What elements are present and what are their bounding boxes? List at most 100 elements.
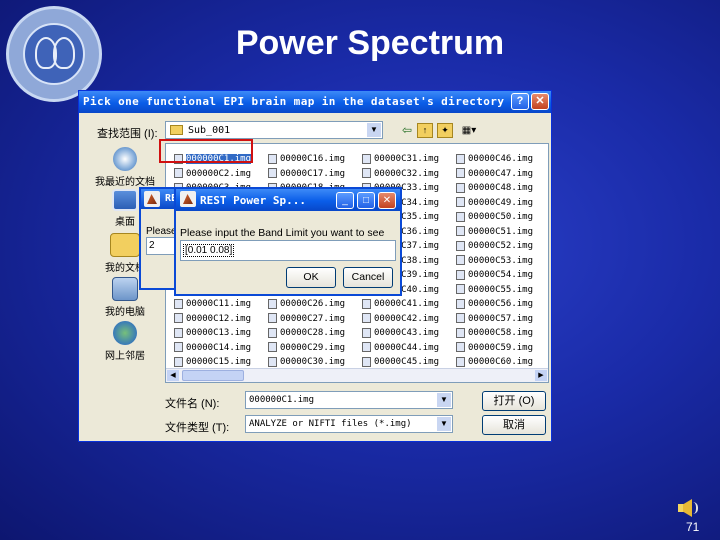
file-item[interactable]: 00000C29.img	[268, 339, 360, 353]
chevron-down-icon[interactable]: ▼	[437, 393, 451, 407]
file-item[interactable]: 00000C58.img	[456, 324, 548, 338]
filetype-select[interactable]: ANALYZE or NIFTI files (*.img) ▼	[245, 415, 453, 433]
file-name: 00000C28.img	[280, 327, 346, 338]
image-file-icon	[456, 313, 465, 324]
filetype-label: 文件类型 (T):	[165, 422, 230, 434]
slide-title: Power Spectrum	[235, 24, 505, 62]
file-item[interactable]: 00000C46.img	[456, 150, 548, 164]
file-item[interactable]: 000000C2.img	[174, 165, 266, 179]
file-name: 00000C29.img	[280, 342, 346, 353]
scrollbar-thumb[interactable]	[182, 370, 244, 381]
file-item[interactable]: 00000C53.img	[456, 252, 548, 266]
image-file-icon	[362, 313, 371, 324]
image-file-icon	[362, 153, 371, 164]
image-file-icon	[174, 356, 183, 367]
help-button[interactable]: ?	[511, 93, 529, 110]
file-item[interactable]: 00000C11.img	[174, 295, 266, 309]
file-name: 00000C11.img	[186, 298, 252, 309]
file-name: 00000C57.img	[468, 313, 534, 324]
file-item[interactable]: 00000C13.img	[174, 324, 266, 338]
file-item[interactable]: 00000C42.img	[362, 310, 454, 324]
file-item[interactable]: 00000C47.img	[456, 165, 548, 179]
look-in-label: 查找范围 (I):	[97, 128, 158, 140]
file-item[interactable]: 00000C50.img	[456, 208, 548, 222]
file-item[interactable]: 00000C48.img	[456, 179, 548, 193]
minimize-button[interactable]: _	[336, 192, 354, 209]
place-network[interactable]: 网上邻居	[85, 321, 165, 362]
image-file-icon	[268, 356, 277, 367]
file-item[interactable]: 00000C54.img	[456, 266, 548, 280]
file-item[interactable]: 00000C51.img	[456, 223, 548, 237]
file-item[interactable]: 00000C31.img	[362, 150, 454, 164]
look-in-dropdown[interactable]: Sub_001 ▼	[165, 121, 383, 139]
desktop-icon	[112, 189, 138, 211]
image-file-icon	[456, 356, 465, 367]
close-button[interactable]: ✕	[378, 192, 396, 209]
file-item[interactable]: 00000C14.img	[174, 339, 266, 353]
file-item[interactable]: 00000C16.img	[268, 150, 360, 164]
image-file-icon	[456, 298, 465, 309]
file-item[interactable]: 00000C12.img	[174, 310, 266, 324]
up-folder-icon[interactable]: ↑	[417, 123, 433, 138]
file-item[interactable]: 00000C43.img	[362, 324, 454, 338]
speaker-cone	[683, 499, 692, 517]
chevron-down-icon[interactable]: ▼	[367, 123, 381, 137]
file-item[interactable]: 00000C55.img	[456, 281, 548, 295]
file-item[interactable]: 00000C52.img	[456, 237, 548, 251]
file-item[interactable]: 00000C49.img	[456, 194, 548, 208]
file-item[interactable]: 00000C15.img	[174, 353, 266, 367]
horizontal-scrollbar[interactable]: ◀ ▶	[166, 368, 548, 382]
file-item[interactable]: 00000C57.img	[456, 310, 548, 324]
open-button[interactable]: 打开 (O)	[482, 391, 546, 411]
rest-dialog-titlebar[interactable]: REST Power Sp... _ □ ✕	[176, 189, 400, 211]
file-item[interactable]: 00000C41.img	[362, 295, 454, 309]
back-arrow-icon[interactable]: ⇦	[399, 123, 415, 138]
file-item[interactable]: 00000C45.img	[362, 353, 454, 367]
folder-icon	[170, 125, 183, 135]
cancel-button[interactable]: Cancel	[343, 267, 393, 288]
image-file-icon	[362, 298, 371, 309]
file-name: 00000C26.img	[280, 298, 346, 309]
place-recent-documents[interactable]: 我最近的文档	[85, 147, 165, 188]
dialog-titlebar[interactable]: Pick one functional EPI brain map in the…	[79, 91, 551, 113]
image-file-icon	[268, 298, 277, 309]
band-limit-input[interactable]: [0.01 0.08]	[180, 240, 396, 261]
file-item[interactable]: 00000C44.img	[362, 339, 454, 353]
look-in-value: Sub_001	[188, 125, 231, 136]
sound-wave	[693, 502, 698, 514]
filetype-value: ANALYZE or NIFTI files (*.img)	[249, 419, 412, 429]
close-button[interactable]: ✕	[531, 93, 549, 110]
file-name: 00000C54.img	[468, 269, 534, 280]
file-item[interactable]: 00000C56.img	[456, 295, 548, 309]
file-item[interactable]: 00000C28.img	[268, 324, 360, 338]
file-item[interactable]: 00000C27.img	[268, 310, 360, 324]
file-name: 00000C12.img	[186, 313, 252, 324]
maximize-button[interactable]: □	[357, 192, 375, 209]
place-label: 我最近的文档	[95, 177, 155, 188]
file-item[interactable]: 00000C17.img	[268, 165, 360, 179]
file-item[interactable]: 00000C60.img	[456, 353, 548, 367]
file-name: 00000C15.img	[186, 356, 252, 367]
image-file-icon	[174, 298, 183, 309]
scroll-left-arrow[interactable]: ◀	[167, 370, 179, 381]
image-file-icon	[456, 211, 465, 222]
rest-dialog-background-prompt: Please	[146, 226, 177, 237]
image-file-icon	[456, 327, 465, 338]
speaker-icon[interactable]	[676, 498, 698, 518]
cancel-button[interactable]: 取消	[482, 415, 546, 435]
image-file-icon	[268, 168, 277, 179]
filename-input[interactable]: 000000C1.img ▼	[245, 391, 453, 409]
new-folder-icon[interactable]: ✦	[437, 123, 453, 138]
file-item[interactable]: 00000C32.img	[362, 165, 454, 179]
file-item[interactable]: 00000C30.img	[268, 353, 360, 367]
matlab-icon	[180, 191, 196, 207]
scroll-right-arrow[interactable]: ▶	[535, 370, 547, 381]
file-name: 00000C47.img	[468, 168, 534, 179]
view-menu-icon[interactable]: ▦▾	[457, 123, 481, 138]
image-file-icon	[174, 327, 183, 338]
dialog-title: Pick one functional EPI brain map in the…	[83, 95, 505, 108]
file-item[interactable]: 00000C59.img	[456, 339, 548, 353]
chevron-down-icon[interactable]: ▼	[437, 417, 451, 431]
ok-button[interactable]: OK	[286, 267, 336, 288]
file-item[interactable]: 00000C26.img	[268, 295, 360, 309]
